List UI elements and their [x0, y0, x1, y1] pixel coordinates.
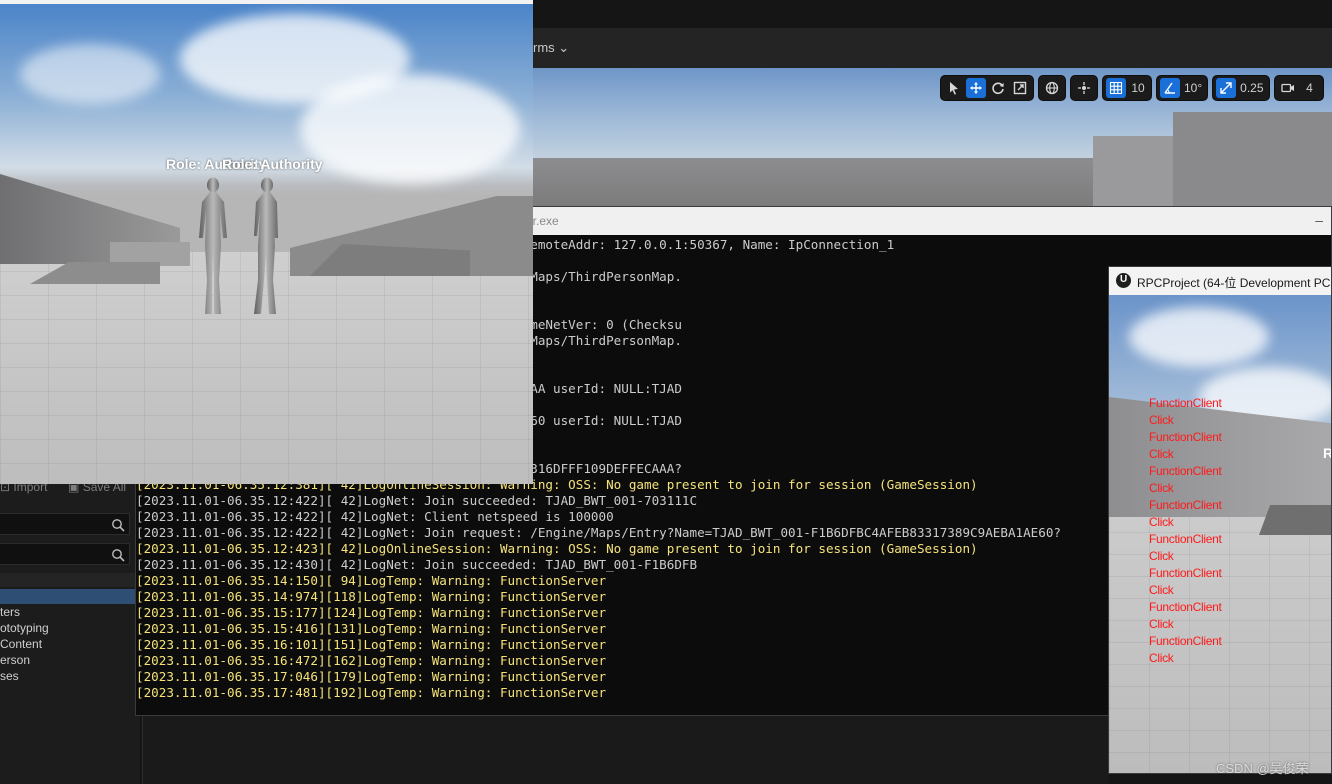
role-label: R	[1323, 445, 1331, 461]
transform-tools	[940, 75, 1034, 101]
editor-toolbar	[533, 28, 1332, 69]
search-icon	[112, 549, 125, 562]
watermark: CSDN @吴俊荣	[1216, 761, 1309, 776]
grid-snap-value[interactable]: 10	[1128, 78, 1148, 98]
debug-message: FunctionClient	[1149, 430, 1222, 444]
minimize-button[interactable]: –	[1315, 212, 1323, 228]
debug-message: FunctionClient	[1149, 498, 1222, 512]
client-title-bar[interactable]: RPCProject (64-位 Development PC	[1109, 267, 1331, 295]
sky-cloud	[300, 74, 520, 184]
scale-tool-icon[interactable]	[1010, 78, 1030, 98]
asset-view-area	[142, 714, 1109, 784]
mannequin-character	[254, 177, 278, 314]
unreal-logo-icon	[1116, 273, 1131, 288]
camera-speed-group: 4	[1273, 75, 1324, 101]
client-window-title: RPCProject (64-位 Development PC	[1137, 276, 1331, 290]
grid-snap-group: 10	[1102, 75, 1152, 101]
folder-item[interactable]: ototyping	[0, 621, 49, 635]
folder-item[interactable]: ters	[0, 605, 20, 619]
debug-message: Click	[1149, 583, 1174, 597]
rotation-snap-group: 10°	[1156, 75, 1209, 101]
coordinate-space	[1038, 75, 1066, 101]
surface-snap-icon[interactable]	[1074, 78, 1094, 98]
rotate-tool-icon[interactable]	[988, 78, 1008, 98]
editor-title-bar	[533, 0, 1332, 28]
debug-message: FunctionClient	[1149, 464, 1222, 478]
debug-message: FunctionClient	[1149, 566, 1222, 580]
sky-cloud	[1129, 307, 1269, 367]
role-label: Role: Authority	[222, 156, 323, 172]
debug-message: Click	[1149, 413, 1174, 427]
surface-snapping	[1070, 75, 1098, 101]
folder-tree-header	[0, 573, 135, 587]
folder-item[interactable]: Content	[0, 637, 42, 651]
viewport-block	[1093, 136, 1183, 208]
folder-tree-selected-row[interactable]	[0, 589, 135, 604]
folder-item[interactable]: erson	[0, 653, 30, 667]
debug-message: FunctionClient	[1149, 532, 1222, 546]
debug-message: Click	[1149, 617, 1174, 631]
debug-message: FunctionClient	[1149, 396, 1222, 410]
grid-snap-icon[interactable]	[1106, 78, 1126, 98]
game-window-client[interactable]: RPCProject (64-位 Development PC R Functi…	[1108, 266, 1332, 774]
select-tool-icon[interactable]	[944, 78, 964, 98]
chevron-down-icon: ⌄	[558, 40, 570, 55]
sky-cloud	[20, 44, 160, 104]
translate-tool-icon[interactable]	[966, 78, 986, 98]
scale-snap-icon[interactable]	[1216, 78, 1237, 98]
platforms-label: rms	[533, 40, 555, 55]
folder-item[interactable]: ses	[0, 669, 19, 683]
scale-snap-group: 0.25	[1212, 75, 1270, 101]
debug-message: Click	[1149, 651, 1174, 665]
viewport-controls: 10 10° 0.25 4	[940, 75, 1324, 101]
debug-message: Click	[1149, 481, 1174, 495]
debug-message: Click	[1149, 447, 1174, 461]
debug-message: FunctionClient	[1149, 634, 1222, 648]
platforms-menu[interactable]: rms ⌄	[533, 40, 569, 56]
screen-debug-messages: FunctionClient Click FunctionClient Click Fu…	[1149, 395, 1222, 667]
search-icon	[112, 519, 125, 532]
rotation-snap-value[interactable]: 10°	[1182, 78, 1204, 98]
scale-snap-value[interactable]: 0.25	[1238, 78, 1265, 98]
folder-search-input[interactable]	[0, 513, 130, 535]
debug-message: Click	[1149, 515, 1174, 529]
globe-icon[interactable]	[1042, 78, 1062, 98]
asset-search-input[interactable]	[0, 543, 130, 565]
viewport-block	[1173, 112, 1332, 208]
mannequin-character	[199, 177, 227, 314]
game-viewport-server[interactable]: Role: Authority Role: Authority	[0, 0, 533, 484]
floor-block	[1259, 505, 1331, 535]
debug-message: Click	[1149, 549, 1174, 563]
angle-snap-icon[interactable]	[1160, 78, 1180, 98]
camera-speed-value[interactable]: 4	[1300, 78, 1320, 98]
debug-message: FunctionClient	[1149, 600, 1222, 614]
camera-icon[interactable]	[1278, 78, 1298, 98]
